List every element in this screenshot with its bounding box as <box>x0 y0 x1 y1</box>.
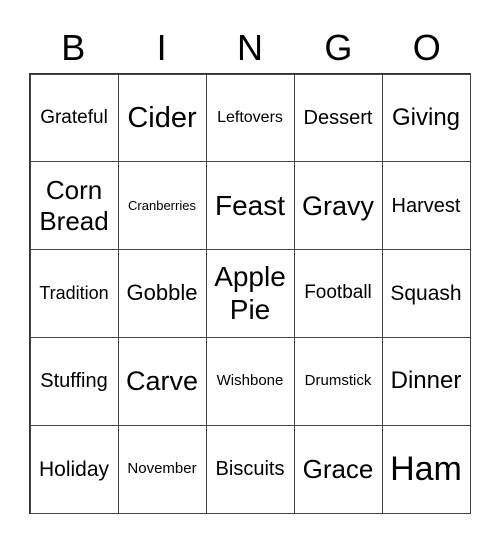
bingo-cell[interactable]: November <box>117 424 207 514</box>
bingo-cell[interactable]: Cranberries <box>117 161 207 251</box>
header-letter-o: O <box>412 27 441 68</box>
bingo-cell[interactable]: Drumstick <box>293 336 383 426</box>
bingo-cell[interactable]: Dinner <box>381 336 471 426</box>
bingo-cell[interactable]: Grace <box>293 424 383 514</box>
bingo-cell[interactable]: Dessert <box>293 73 383 163</box>
bingo-header: B I N G O <box>29 26 471 70</box>
header-letter-b: B <box>61 27 86 68</box>
bingo-cell[interactable]: Football <box>293 249 383 338</box>
bingo-cell[interactable]: Grateful <box>29 73 119 163</box>
bingo-cell[interactable]: Biscuits <box>205 424 295 514</box>
bingo-cell[interactable]: Carve <box>117 336 207 426</box>
bingo-cell[interactable]: Cider <box>117 73 207 163</box>
bingo-cell[interactable]: Holiday <box>29 424 119 514</box>
bingo-cell[interactable]: Wishbone <box>205 336 295 426</box>
bingo-cell[interactable]: Leftovers <box>205 73 295 163</box>
bingo-cell[interactable]: Apple Pie <box>205 249 295 338</box>
bingo-cell[interactable]: Gobble <box>117 249 207 338</box>
bingo-cell[interactable]: Corn Bread <box>29 161 119 251</box>
bingo-cell[interactable]: Feast <box>205 161 295 251</box>
bingo-cell[interactable]: Gravy <box>293 161 383 251</box>
bingo-cell[interactable]: Stuffing <box>29 336 119 426</box>
bingo-grid: Grateful Cider Leftovers Dessert Giving Corn … <box>29 73 471 514</box>
bingo-cell[interactable]: Squash <box>381 249 471 338</box>
bingo-cell[interactable]: Giving <box>381 73 471 163</box>
bingo-cell[interactable]: Harvest <box>381 161 471 251</box>
header-letter-g: G <box>324 27 353 68</box>
header-letter-n: N <box>236 27 263 68</box>
bingo-cell[interactable]: Ham <box>381 424 471 514</box>
header-letter-i: I <box>156 27 167 68</box>
bingo-cell[interactable]: Tradition <box>29 249 119 338</box>
